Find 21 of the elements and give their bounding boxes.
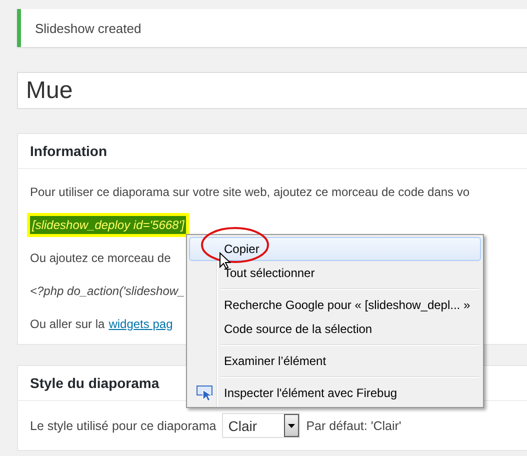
instruction-text: Pour utiliser ce diaporama sur votre site web, ajoutez ce morceau de code dans vo — [30, 184, 470, 198]
menu-item[interactable]: Inspecter l'élément avec Firebug — [189, 381, 481, 405]
menu-item[interactable]: Tout sélectionner — [189, 261, 481, 285]
title-field[interactable]: Mue — [17, 72, 527, 109]
instruction-text: Ou aller sur la — [30, 316, 105, 330]
notice-text: Slideshow created — [35, 20, 142, 36]
dropdown-arrow-icon — [288, 424, 296, 428]
style-label: Le style utilisé pour ce diaporama — [30, 418, 216, 432]
panel-heading: Information — [18, 134, 527, 169]
menu-item[interactable]: Examiner l’élément — [189, 349, 481, 373]
menu-item[interactable]: Copier — [189, 237, 481, 261]
annotation-ellipse — [200, 225, 270, 265]
php-code-text: <?php do_action('slideshow_ — [30, 284, 185, 298]
instruction-text: Ou ajoutez ce morceau de — [30, 250, 171, 264]
menu-item[interactable]: Code source de la sélection — [189, 317, 481, 341]
default-style-text: Par défaut: 'Clair' — [306, 418, 402, 432]
inspect-pointer-icon — [196, 385, 214, 401]
shortcode-text: [slideshow_deploy id='5668'] — [30, 216, 186, 234]
widgets-page-link[interactable]: widgets pag — [108, 316, 173, 330]
style-select[interactable]: Clair — [222, 413, 300, 438]
menu-item[interactable]: Recherche Google pour « [slideshow_depl... » — [189, 293, 481, 317]
